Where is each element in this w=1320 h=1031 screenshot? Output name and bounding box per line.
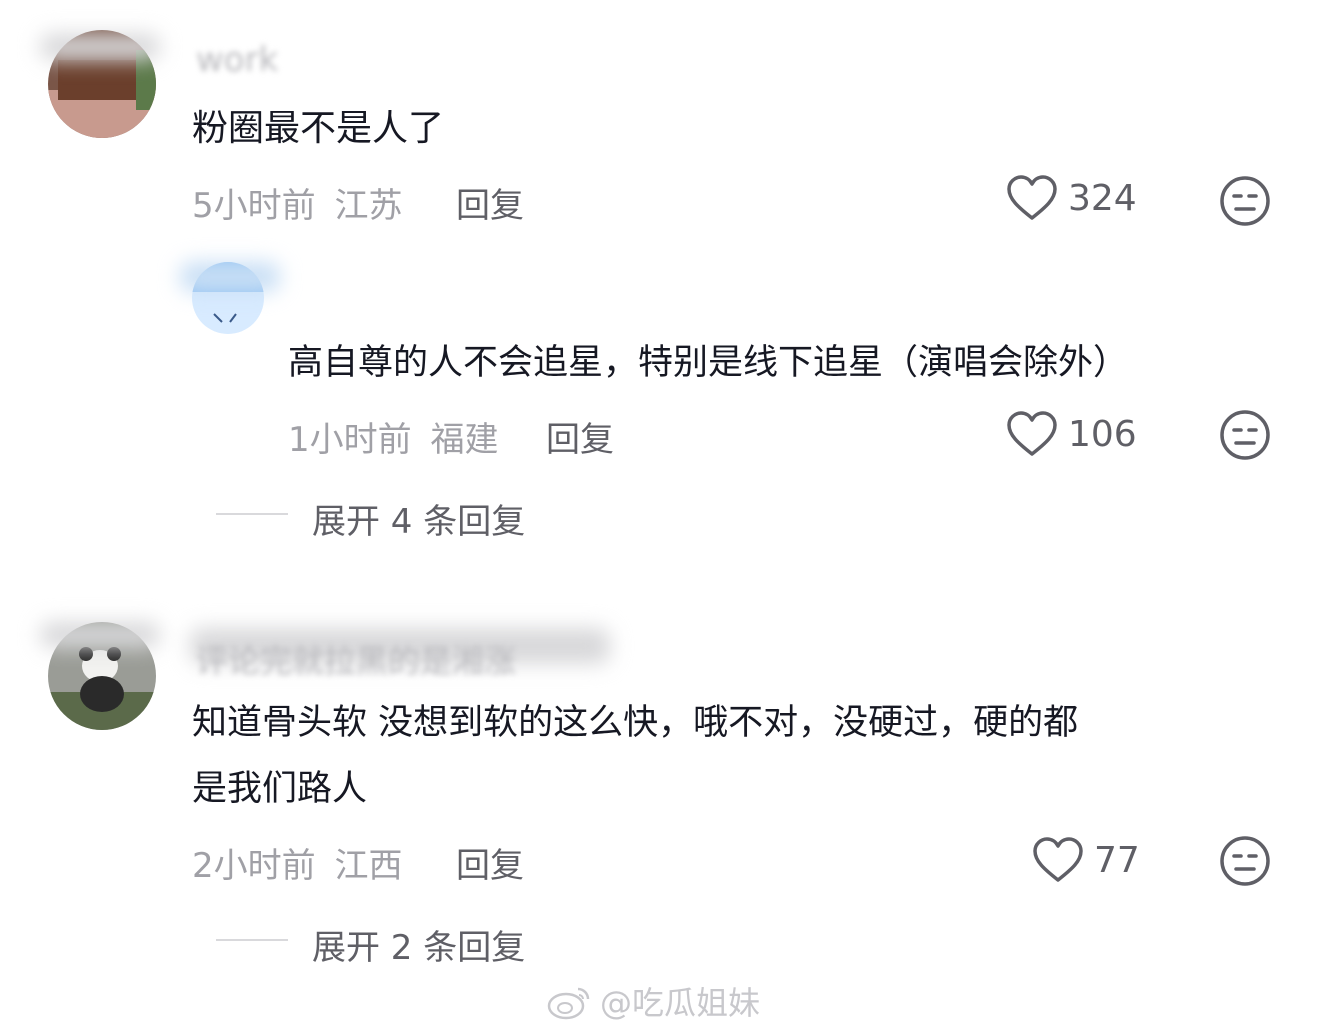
comment-time: 1小时前	[288, 420, 412, 460]
username[interactable]: 评论完就拉黑的是湘涨	[196, 636, 516, 682]
expand-replies-button[interactable]: 展开 4 条回复	[312, 494, 525, 543]
heart-icon	[1033, 837, 1083, 882]
expand-replies-button[interactable]: 展开 2 条回复	[312, 920, 525, 969]
comment-text: 高自尊的人不会追星，特别是线下追星（演唱会除外）	[288, 343, 1129, 383]
comment-text: 粉圈最不是人了	[192, 108, 445, 149]
heart-icon	[1007, 411, 1057, 456]
dislike-icon[interactable]	[1219, 409, 1271, 461]
watermark: @吃瓜姐妹	[546, 978, 760, 1024]
expand-divider	[216, 513, 288, 515]
weibo-icon	[547, 987, 590, 1020]
like-button[interactable]: 77	[1032, 836, 1140, 884]
comment-text-line-1: 知道骨头软 没想到软的这么快，哦不对，没硬过，硬的都	[192, 703, 1079, 743]
comment-time: 2小时前	[192, 846, 316, 886]
username-blur	[180, 262, 280, 292]
comment-location: 福建	[430, 420, 499, 460]
dislike-icon[interactable]	[1219, 175, 1271, 227]
comment-location: 江苏	[334, 186, 403, 226]
comment-text-line-2: 是我们路人	[192, 769, 368, 809]
like-button[interactable]: 324	[1006, 174, 1137, 222]
comment-meta: 2小时前 江西	[192, 838, 402, 887]
comment-meta: 1小时前 福建	[288, 412, 498, 461]
reply-button[interactable]: 回复	[546, 412, 614, 461]
heart-icon	[1007, 175, 1057, 220]
like-button[interactable]: 106	[1006, 410, 1137, 458]
watermark-text: @吃瓜姐妹	[600, 984, 761, 1022]
reply-button[interactable]: 回复	[456, 838, 524, 887]
like-count: 106	[1068, 413, 1137, 455]
comment-location: 江西	[334, 846, 403, 886]
comment-meta: 5小时前 江苏	[192, 178, 402, 227]
like-count: 324	[1068, 177, 1137, 219]
dislike-icon[interactable]	[1219, 835, 1271, 887]
like-count: 77	[1094, 839, 1140, 881]
username[interactable]: work	[196, 40, 278, 80]
expand-divider	[216, 939, 288, 941]
comment-time: 5小时前	[192, 186, 316, 226]
username-blur	[40, 34, 160, 60]
username-blur	[40, 622, 160, 648]
reply-button[interactable]: 回复	[456, 178, 524, 227]
